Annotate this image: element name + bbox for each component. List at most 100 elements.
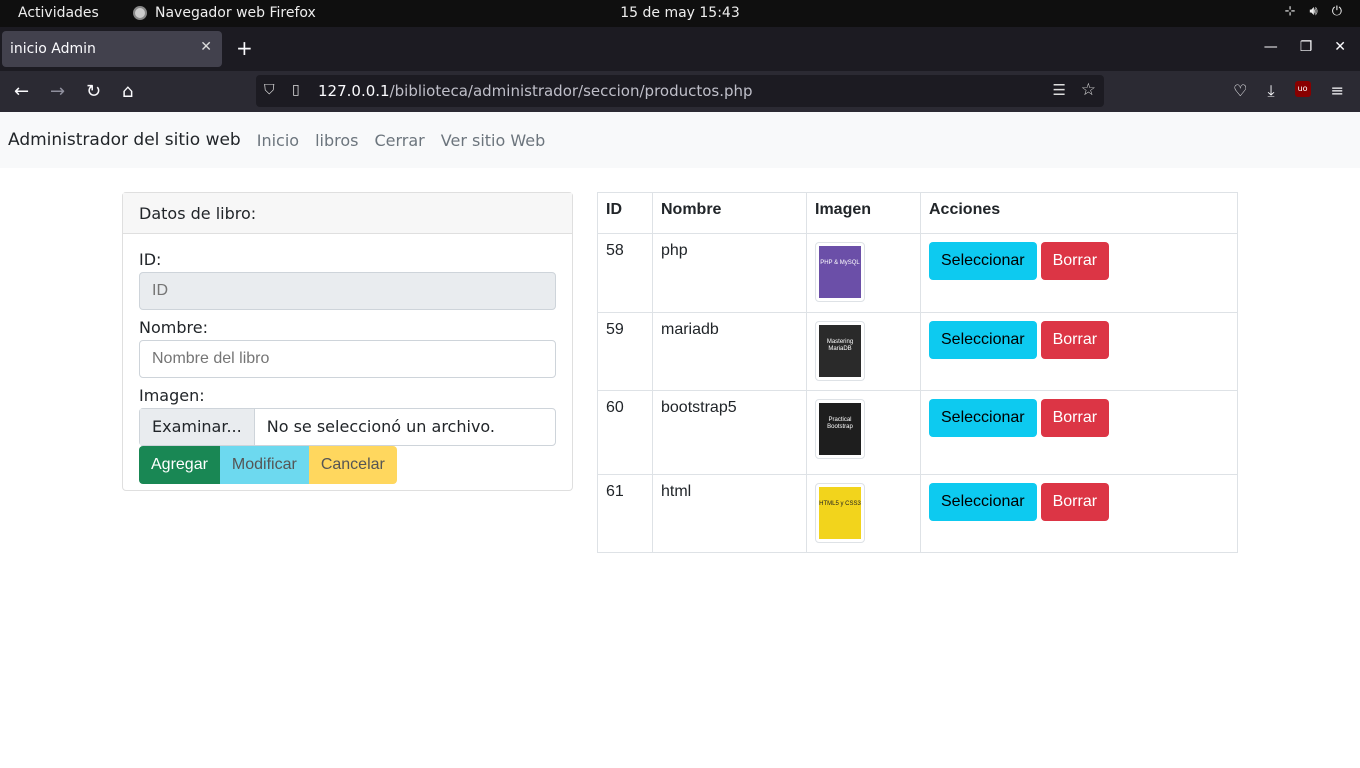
name-label: Nombre: bbox=[139, 318, 208, 337]
home-icon[interactable]: ⌂ bbox=[122, 81, 133, 102]
table-row: 58 php PHP & MySQL Seleccionar Borrar bbox=[597, 233, 1238, 313]
col-nombre: Nombre bbox=[652, 192, 807, 234]
delete-button[interactable]: Borrar bbox=[1040, 483, 1110, 521]
main-content: Datos de libro: ID: Nombre: Imagen: Exam… bbox=[0, 168, 1360, 768]
cell-image: Mastering MariaDB bbox=[806, 312, 921, 391]
file-name-text: No se seleccionó un archivo. bbox=[266, 417, 495, 436]
browser-tab[interactable]: inicio Admin ✕ bbox=[2, 31, 222, 67]
cell-id: 60 bbox=[597, 390, 653, 475]
ublock-icon[interactable]: uo bbox=[1294, 81, 1311, 97]
book-cover-image: HTML5 y CSS3 bbox=[819, 487, 861, 539]
select-button[interactable]: Seleccionar bbox=[929, 242, 1037, 280]
table-row: 61 html HTML5 y CSS3 Seleccionar Borrar bbox=[597, 474, 1238, 553]
cell-name: php bbox=[652, 233, 807, 313]
nav-link-libros[interactable]: libros bbox=[315, 131, 358, 150]
image-label: Imagen: bbox=[139, 386, 205, 405]
col-id: ID bbox=[597, 192, 653, 234]
cell-image: HTML5 y CSS3 bbox=[806, 474, 921, 553]
new-tab-icon[interactable]: + bbox=[236, 36, 253, 60]
card-body: ID: Nombre: Imagen: Examinar... No se se… bbox=[123, 234, 572, 500]
nav-link-inicio[interactable]: Inicio bbox=[257, 131, 299, 150]
bookmark-star-icon[interactable]: ☆ bbox=[1081, 80, 1096, 100]
nav-link-ver-sitio[interactable]: Ver sitio Web bbox=[441, 131, 545, 150]
select-button[interactable]: Seleccionar bbox=[929, 483, 1037, 521]
select-button[interactable]: Seleccionar bbox=[929, 399, 1037, 437]
delete-button[interactable]: Borrar bbox=[1040, 321, 1110, 359]
toolbar-right: ♡ ⤓ uo ≡ bbox=[1233, 81, 1344, 101]
image-file-input[interactable]: Examinar... No se seleccionó un archivo. bbox=[139, 408, 556, 446]
url-host: 127.0.0.1 bbox=[318, 82, 390, 100]
nav-link-cerrar[interactable]: Cerrar bbox=[374, 131, 424, 150]
cell-actions: Seleccionar Borrar bbox=[920, 312, 1238, 391]
back-icon[interactable]: ← bbox=[14, 81, 29, 102]
volume-icon: 🔊︎ bbox=[1309, 4, 1318, 19]
form-button-group: Agregar Modificar Cancelar bbox=[139, 446, 556, 484]
cell-actions: Seleccionar Borrar bbox=[920, 390, 1238, 475]
site-brand[interactable]: Administrador del sitio web bbox=[8, 130, 241, 150]
reload-icon[interactable]: ↻ bbox=[86, 81, 101, 102]
id-label: ID: bbox=[139, 250, 162, 269]
cell-name: bootstrap5 bbox=[652, 390, 807, 475]
menu-icon[interactable]: ≡ bbox=[1331, 81, 1344, 101]
col-imagen: Imagen bbox=[806, 192, 921, 234]
cell-name: mariadb bbox=[652, 312, 807, 391]
browse-button[interactable]: Examinar... bbox=[140, 409, 255, 445]
system-tray[interactable]: ⊹ 🔊︎ ⏻ bbox=[1285, 4, 1342, 19]
cell-actions: Seleccionar Borrar bbox=[920, 474, 1238, 553]
url-text[interactable]: 127.0.0.1/biblioteca/administrador/secci… bbox=[318, 82, 753, 100]
site-navbar: Administrador del sitio web Inicio libro… bbox=[0, 112, 1360, 168]
pocket-icon[interactable]: ♡ bbox=[1233, 81, 1247, 101]
cell-image: Practical Bootstrap bbox=[806, 390, 921, 475]
card-header: Datos de libro: bbox=[123, 193, 572, 234]
cell-name: html bbox=[652, 474, 807, 553]
power-icon: ⏻ bbox=[1331, 4, 1342, 19]
book-cover-thumbnail: HTML5 y CSS3 bbox=[815, 483, 865, 543]
close-tab-icon[interactable]: ✕ bbox=[200, 39, 212, 55]
name-field[interactable] bbox=[139, 340, 556, 378]
url-bar[interactable]: ⛉ ▯ 127.0.0.1/biblioteca/administrador/s… bbox=[256, 75, 1104, 107]
book-cover-thumbnail: Mastering MariaDB bbox=[815, 321, 865, 381]
page-info-icon[interactable]: ▯ bbox=[292, 82, 300, 98]
clock[interactable]: 15 de may 15:43 bbox=[0, 5, 1360, 21]
id-field bbox=[139, 272, 556, 310]
select-button[interactable]: Seleccionar bbox=[929, 321, 1037, 359]
cell-id: 59 bbox=[597, 312, 653, 391]
col-acciones: Acciones bbox=[920, 192, 1238, 234]
browser-toolbar: ← → ↻ ⌂ ⛉ ▯ 127.0.0.1/biblioteca/adminis… bbox=[0, 71, 1360, 112]
delete-button[interactable]: Borrar bbox=[1040, 242, 1110, 280]
network-icon: ⊹ bbox=[1284, 4, 1296, 19]
cover-text: HTML5 y CSS3 bbox=[819, 501, 861, 507]
add-button[interactable]: Agregar bbox=[139, 446, 220, 484]
cover-text: Mastering MariaDB bbox=[826, 339, 854, 352]
book-form-card: Datos de libro: ID: Nombre: Imagen: Exam… bbox=[122, 192, 573, 491]
books-table: ID Nombre Imagen Acciones 58 php PHP & MyS… bbox=[597, 192, 1238, 553]
restore-icon[interactable]: ❐ bbox=[1300, 39, 1313, 55]
cell-actions: Seleccionar Borrar bbox=[920, 233, 1238, 313]
shield-icon[interactable]: ⛉ bbox=[264, 82, 275, 98]
delete-button[interactable]: Borrar bbox=[1040, 399, 1110, 437]
reader-view-icon[interactable]: ☰ bbox=[1053, 81, 1066, 99]
tab-strip: inicio Admin ✕ + — ❐ ✕ bbox=[0, 27, 1360, 71]
book-cover-image: Practical Bootstrap bbox=[819, 403, 861, 455]
close-window-icon[interactable]: ✕ bbox=[1334, 39, 1346, 55]
cell-id: 61 bbox=[597, 474, 653, 553]
table-row: 60 bootstrap5 Practical Bootstrap Seleccion… bbox=[597, 390, 1238, 475]
cancel-button[interactable]: Cancelar bbox=[308, 446, 397, 484]
forward-icon[interactable]: → bbox=[50, 81, 65, 102]
cell-id: 58 bbox=[597, 233, 653, 313]
book-cover-image: Mastering MariaDB bbox=[819, 325, 861, 377]
table-header-row: ID Nombre Imagen Acciones bbox=[597, 192, 1238, 234]
cover-text: PHP & MySQL bbox=[820, 260, 860, 266]
modify-button[interactable]: Modificar bbox=[219, 446, 309, 484]
book-cover-thumbnail: Practical Bootstrap bbox=[815, 399, 865, 459]
cover-text: Practical Bootstrap bbox=[827, 417, 853, 430]
book-cover-thumbnail: PHP & MySQL bbox=[815, 242, 865, 302]
book-cover-image: PHP & MySQL bbox=[819, 246, 861, 298]
table-row: 59 mariadb Mastering MariaDB Seleccionar Bor… bbox=[597, 312, 1238, 391]
cell-image: PHP & MySQL bbox=[806, 233, 921, 313]
download-icon[interactable]: ⤓ bbox=[1268, 81, 1275, 101]
tab-title: inicio Admin bbox=[10, 41, 96, 57]
minimize-icon[interactable]: — bbox=[1264, 39, 1278, 55]
os-top-bar: Actividades Navegador web Firefox 15 de … bbox=[0, 0, 1360, 27]
url-path: /biblioteca/administrador/seccion/produc… bbox=[389, 82, 753, 100]
